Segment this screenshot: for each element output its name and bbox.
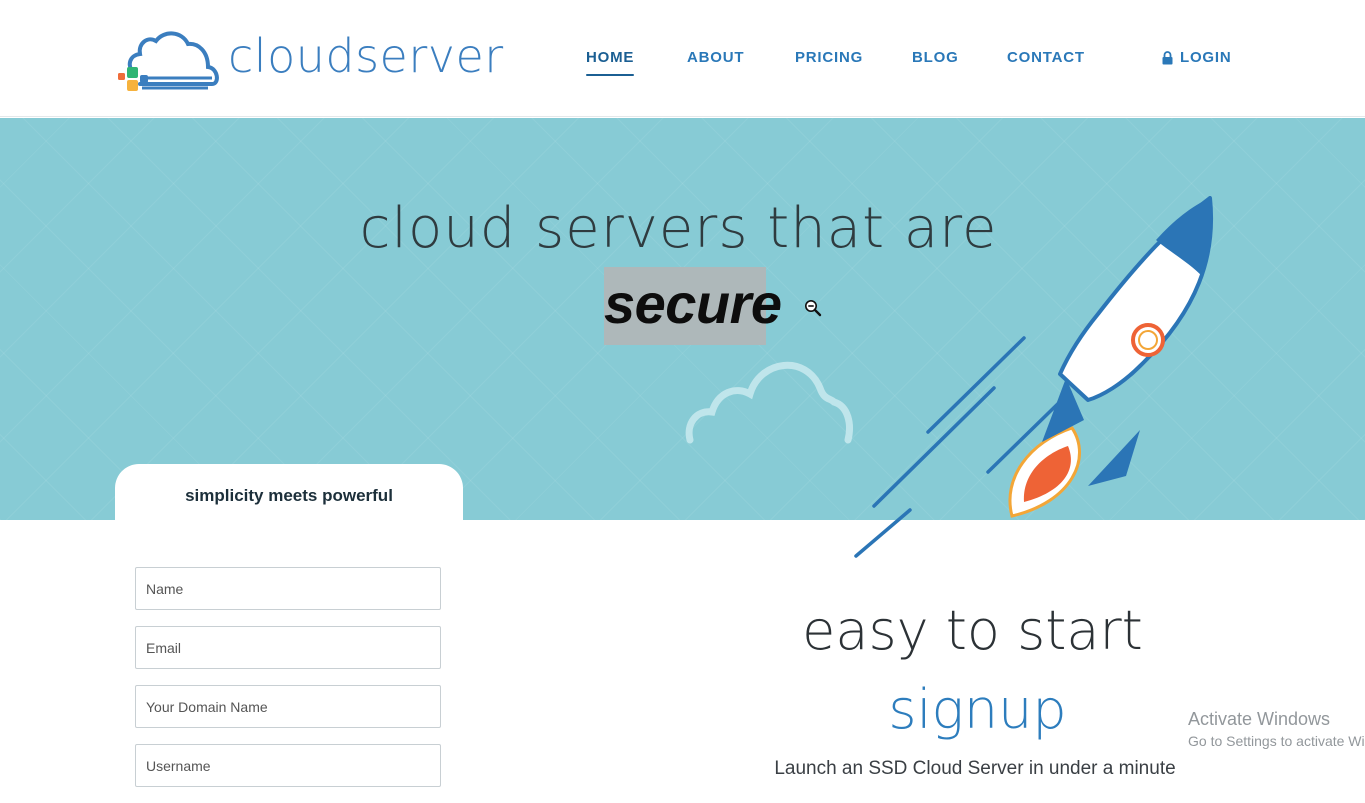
rocket-icon bbox=[872, 196, 1214, 518]
login-label: LOGIN bbox=[1180, 49, 1232, 66]
logo[interactable]: cloudserver bbox=[116, 26, 503, 96]
cloud-icon bbox=[685, 361, 853, 444]
domain-name-field[interactable] bbox=[135, 685, 441, 728]
watermark-subtitle: Go to Settings to activate Windows. bbox=[1188, 733, 1365, 749]
nav-item-about[interactable]: ABOUT bbox=[687, 48, 744, 68]
signup-tab-label: simplicity meets powerful bbox=[185, 486, 393, 505]
name-field[interactable] bbox=[135, 567, 441, 610]
username-field[interactable] bbox=[135, 744, 441, 787]
nav-item-pricing[interactable]: PRICING bbox=[795, 48, 863, 68]
login-link[interactable]: LOGIN bbox=[1162, 48, 1232, 68]
watermark-title: Activate Windows bbox=[1188, 709, 1331, 729]
section-accent: signup bbox=[888, 678, 1067, 741]
section-title: easy to start bbox=[802, 599, 1143, 662]
site-header: cloudserver HOME ABOUT PRICING BLOG CONT… bbox=[0, 0, 1365, 117]
email-field[interactable] bbox=[135, 626, 441, 669]
nav-item-home[interactable]: HOME bbox=[586, 48, 635, 76]
signup-form bbox=[135, 567, 441, 803]
nav-item-contact[interactable]: CONTACT bbox=[1007, 48, 1085, 68]
zoom-out-icon bbox=[805, 300, 822, 317]
hero-banner: cloud servers that are secure bbox=[0, 118, 1365, 520]
activate-windows-watermark: Activate Windows Go to Settings to activ… bbox=[1188, 708, 1365, 752]
brand-name: cloudserver bbox=[228, 29, 504, 83]
hero-highlight-word: secure bbox=[604, 272, 782, 335]
nav-item-blog[interactable]: BLOG bbox=[912, 48, 959, 68]
rocket-trail-icon bbox=[854, 508, 912, 558]
section-subtitle: Launch an SSD Cloud Server in under a mi… bbox=[774, 758, 1176, 779]
hero-highlight: secure bbox=[604, 267, 782, 345]
cloud-logo-icon bbox=[118, 31, 219, 91]
lock-icon bbox=[1162, 51, 1173, 65]
signup-tab: simplicity meets powerful bbox=[115, 464, 463, 522]
